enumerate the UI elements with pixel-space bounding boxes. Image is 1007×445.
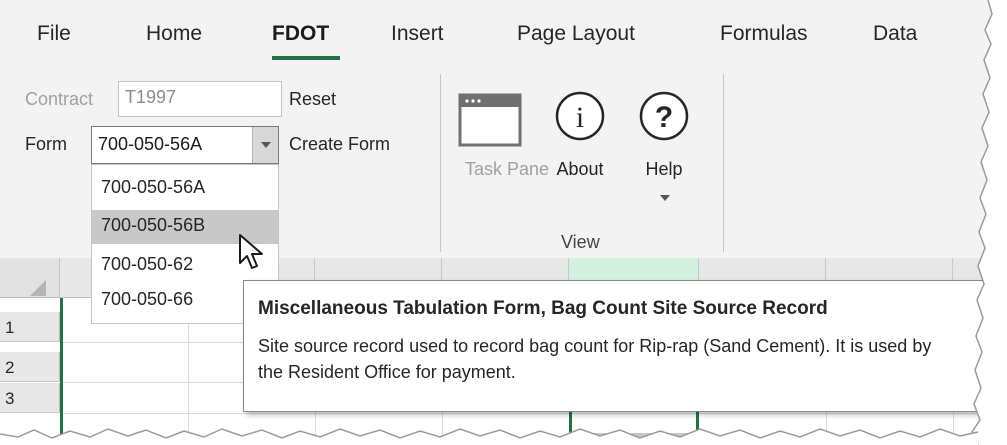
selected-cell-fill xyxy=(572,433,696,445)
task-pane-button[interactable]: Task Pane xyxy=(465,156,549,182)
grid-line xyxy=(60,413,1007,414)
excel-window: File Home FDOT Insert Page Layout Formul… xyxy=(0,0,1007,445)
tab-file[interactable]: File xyxy=(37,22,71,46)
help-button[interactable]: Help xyxy=(632,159,696,180)
active-tab-indicator xyxy=(272,56,340,60)
create-form-button[interactable]: Create Form xyxy=(289,134,390,155)
active-cell-border xyxy=(60,298,63,445)
row-header[interactable]: 1 xyxy=(0,312,60,342)
about-icon: i xyxy=(555,91,605,141)
svg-text:?: ? xyxy=(655,101,673,134)
row-header[interactable]: 2 xyxy=(0,352,60,382)
contract-input[interactable]: T1997 xyxy=(118,81,282,117)
mouse-pointer-icon xyxy=(239,234,263,269)
group-separator xyxy=(723,74,724,252)
contract-label: Contract xyxy=(25,89,94,109)
tab-insert[interactable]: Insert xyxy=(391,22,444,46)
chevron-down-icon xyxy=(660,195,670,201)
tooltip-body: Site source record used to record bag co… xyxy=(258,336,932,382)
tab-page-layout[interactable]: Page Layout xyxy=(517,22,635,46)
reset-button[interactable]: Reset xyxy=(289,89,336,110)
ribbon-tabs: File Home FDOT Insert Page Layout Formul… xyxy=(0,0,1007,62)
tab-formulas[interactable]: Formulas xyxy=(720,22,808,46)
select-all-triangle xyxy=(30,280,46,296)
form-option[interactable]: 700-050-56A xyxy=(92,172,278,206)
form-tooltip: Miscellaneous Tabulation Form, Bag Count… xyxy=(243,280,993,412)
row-header[interactable]: 3 xyxy=(0,383,60,413)
about-button[interactable]: About xyxy=(547,159,613,180)
tab-fdot[interactable]: FDOT xyxy=(272,22,329,46)
form-label: Form xyxy=(25,134,67,154)
tooltip-title: Miscellaneous Tabulation Form, Bag Count… xyxy=(258,298,828,319)
svg-text:i: i xyxy=(576,101,584,134)
tab-home[interactable]: Home xyxy=(146,22,202,46)
form-select-value: 700-050-56A xyxy=(98,134,203,154)
task-pane-icon xyxy=(458,93,522,147)
form-select[interactable]: 700-050-56A xyxy=(91,126,279,164)
tab-data[interactable]: Data xyxy=(873,22,917,46)
group-separator xyxy=(440,74,441,252)
help-icon: ? xyxy=(639,91,689,141)
view-group-label: View xyxy=(561,232,600,252)
form-select-dropdown-button[interactable] xyxy=(252,127,278,163)
